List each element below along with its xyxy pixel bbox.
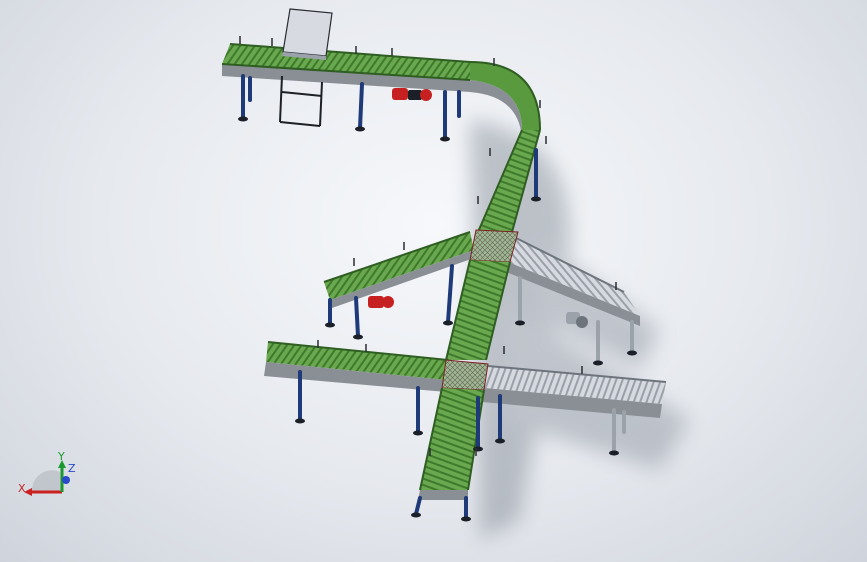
cabinet-stand [279, 75, 323, 127]
y-axis-label: Y [57, 450, 65, 463]
top-conveyor-section[interactable] [221, 43, 471, 92]
x-axis-label: X [18, 482, 26, 495]
coordinate-triad: X Y Z [18, 450, 76, 496]
z-axis-icon [62, 476, 70, 484]
conveyor-assembly-model[interactable] [0, 0, 867, 562]
triad-plane [31, 470, 62, 492]
left-branch-lower[interactable] [264, 341, 449, 392]
drive-motor-top[interactable] [392, 88, 432, 101]
drive-motor-left[interactable] [368, 296, 394, 308]
z-axis-label: Z [68, 462, 76, 475]
upper-transfer-junction[interactable] [469, 229, 519, 263]
lower-transfer-junction[interactable] [441, 359, 489, 391]
main-conveyor-lower[interactable] [418, 387, 485, 500]
inspection-cabinet[interactable] [282, 8, 333, 60]
cad-viewport[interactable]: X Y Z [0, 0, 867, 562]
